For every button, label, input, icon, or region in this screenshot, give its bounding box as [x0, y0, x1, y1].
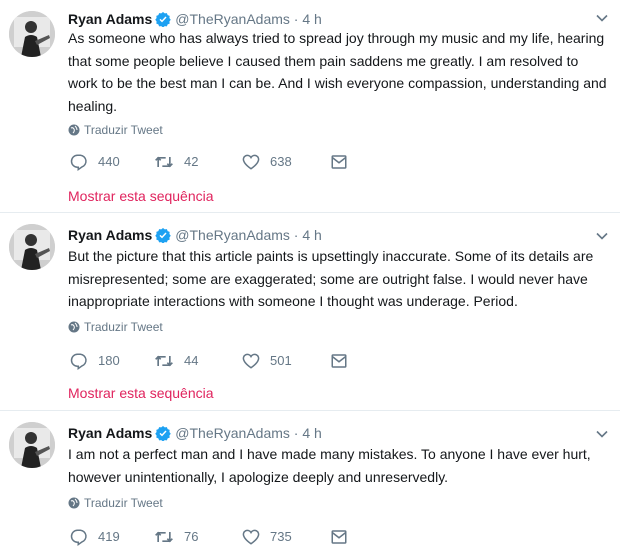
separator: ·	[289, 11, 303, 27]
avatar[interactable]	[9, 422, 55, 468]
retweet-button[interactable]: 42	[154, 152, 198, 172]
like-count: 735	[270, 529, 292, 544]
tweet-header: Ryan Adams @TheRyanAdams · 4 h	[68, 9, 322, 29]
envelope-icon	[331, 155, 347, 169]
retweet-count: 42	[184, 154, 199, 169]
envelope-icon	[331, 530, 347, 544]
reply-count: 180	[98, 353, 120, 368]
reply-button[interactable]: 419	[70, 527, 120, 547]
user-name[interactable]: Ryan Adams	[68, 11, 152, 27]
separator: ·	[289, 425, 303, 441]
user-handle[interactable]: @TheRyanAdams	[175, 227, 290, 243]
like-button[interactable]: 501	[242, 351, 292, 371]
retweet-button[interactable]: 44	[154, 351, 198, 371]
heart-icon	[242, 529, 260, 545]
tweet[interactable]: Ryan Adams @TheRyanAdams · 4 h But the pi…	[0, 213, 620, 411]
retweet-icon	[155, 156, 173, 168]
avatar[interactable]	[9, 224, 55, 270]
tweet[interactable]: Ryan Adams @TheRyanAdams · 4 h I am not a…	[0, 411, 620, 558]
chevron-down-icon[interactable]	[594, 426, 610, 442]
separator: ·	[289, 227, 303, 243]
reply-icon	[70, 353, 87, 370]
translate-tweet-link[interactable]: Traduzir Tweet	[68, 319, 163, 335]
show-thread-link[interactable]: Mostrar esta sequência	[68, 384, 214, 402]
tweet-header: Ryan Adams @TheRyanAdams · 4 h	[68, 423, 322, 443]
envelope-icon	[331, 354, 347, 368]
like-button[interactable]: 735	[242, 527, 292, 547]
reply-count: 419	[98, 529, 120, 544]
reply-button[interactable]: 180	[70, 351, 120, 371]
user-handle[interactable]: @TheRyanAdams	[175, 11, 290, 27]
tweet[interactable]: Ryan Adams @TheRyanAdams · 4 h As someone…	[0, 0, 620, 213]
reply-icon	[70, 529, 87, 546]
avatar[interactable]	[9, 11, 55, 57]
translate-tweet-link[interactable]: Traduzir Tweet	[68, 495, 163, 511]
globe-icon	[68, 124, 80, 136]
chevron-down-icon[interactable]	[594, 10, 610, 26]
tweet-text: But the picture that this article paints…	[68, 248, 594, 309]
reply-button[interactable]: 440	[70, 152, 120, 172]
retweet-count: 44	[184, 353, 199, 368]
direct-message-button[interactable]	[330, 152, 358, 172]
tweet-text: I am not a perfect man and I have made m…	[68, 446, 591, 485]
chevron-down-icon[interactable]	[594, 228, 610, 244]
translate-tweet-link[interactable]: Traduzir Tweet	[68, 122, 163, 138]
translate-label: Traduzir Tweet	[84, 320, 163, 334]
globe-icon	[68, 321, 80, 333]
retweet-icon	[155, 531, 173, 543]
reply-icon	[70, 154, 87, 171]
timestamp[interactable]: 4 h	[302, 425, 321, 441]
retweet-button[interactable]: 76	[154, 527, 198, 547]
direct-message-button[interactable]	[330, 527, 358, 547]
timestamp[interactable]: 4 h	[302, 11, 321, 27]
tweet-header: Ryan Adams @TheRyanAdams · 4 h	[68, 225, 322, 245]
translate-label: Traduzir Tweet	[84, 123, 163, 137]
show-thread-link[interactable]: Mostrar esta sequência	[68, 187, 214, 205]
translate-label: Traduzir Tweet	[84, 496, 163, 510]
heart-icon	[242, 353, 260, 369]
heart-icon	[242, 154, 260, 170]
like-button[interactable]: 638	[242, 152, 292, 172]
direct-message-button[interactable]	[330, 351, 358, 371]
like-count: 638	[270, 154, 292, 169]
like-count: 501	[270, 353, 292, 368]
timestamp[interactable]: 4 h	[302, 227, 321, 243]
user-name[interactable]: Ryan Adams	[68, 425, 152, 441]
user-handle[interactable]: @TheRyanAdams	[175, 425, 290, 441]
user-name[interactable]: Ryan Adams	[68, 227, 152, 243]
retweet-count: 76	[184, 529, 199, 544]
reply-count: 440	[98, 154, 120, 169]
retweet-icon	[155, 355, 173, 367]
globe-icon	[68, 497, 80, 509]
tweet-text: As someone who has always tried to sprea…	[68, 30, 607, 114]
